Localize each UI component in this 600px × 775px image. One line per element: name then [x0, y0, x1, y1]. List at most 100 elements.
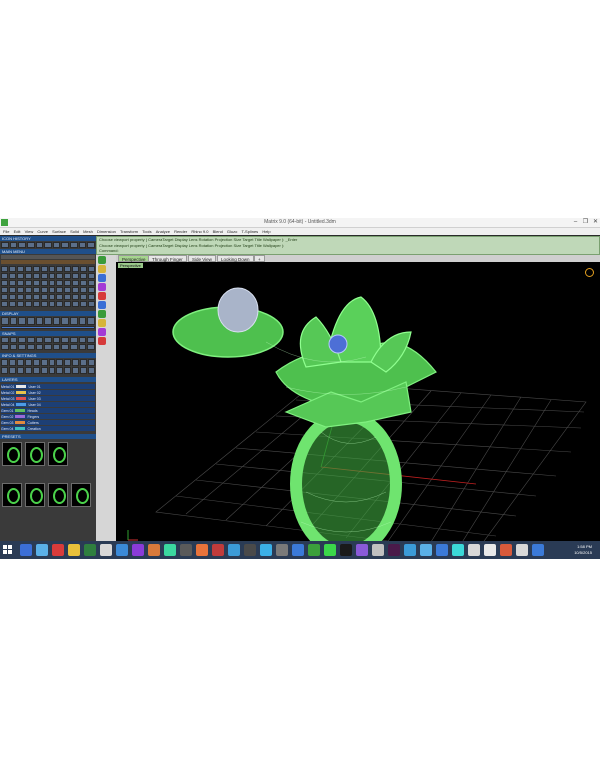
taskbar-app-icon[interactable]	[404, 544, 416, 556]
taskbar-app-icon[interactable]	[244, 544, 256, 556]
menu-file[interactable]: File	[3, 228, 9, 235]
menu-rhino[interactable]: Rhino 9.0	[191, 228, 208, 235]
matrix-taskbar-icon[interactable]	[324, 544, 336, 556]
layer-color-swatch[interactable]	[16, 397, 27, 400]
tool-icon[interactable]	[98, 292, 106, 300]
menu-tsplines[interactable]: T-Splines	[242, 228, 259, 235]
taskbar-app-icon[interactable]	[484, 544, 496, 556]
info-icons-row-1[interactable]	[1, 359, 96, 366]
taskbar-app-icon[interactable]	[276, 544, 288, 556]
skype-icon[interactable]	[260, 544, 272, 556]
system-clock[interactable]: 1:58 PM 10/5/2015	[574, 544, 592, 556]
tab-through-finger[interactable]: Through Finger	[148, 255, 187, 262]
tab-perspective[interactable]: Perspective	[118, 255, 150, 262]
taskbar-app-icon[interactable]	[516, 544, 528, 556]
command-history[interactable]: Choose viewport property ( CameraTarget …	[96, 236, 600, 255]
taskbar-app-icon[interactable]	[532, 544, 544, 556]
taskbar-app-icon[interactable]	[68, 544, 80, 556]
taskbar-app-icon[interactable]	[148, 544, 160, 556]
preset-thumbnail[interactable]	[2, 442, 22, 466]
presets-header[interactable]: PRESETS	[0, 434, 96, 439]
layer-color-swatch[interactable]	[16, 385, 27, 388]
taskbar-app-icon[interactable]	[164, 544, 176, 556]
layer-row[interactable]: Metal 04 User 04	[1, 402, 95, 407]
taskbar-app-icon[interactable]	[116, 544, 128, 556]
menu-surface[interactable]: Surface	[52, 228, 66, 235]
menu-transform[interactable]: Transform	[120, 228, 138, 235]
menu-tools[interactable]: Tools	[142, 228, 151, 235]
preset-thumbnail[interactable]	[48, 442, 68, 466]
taskbar-app-icon[interactable]	[20, 544, 32, 556]
taskbar-app-icon[interactable]	[356, 544, 368, 556]
info-icons-row-2[interactable]	[1, 367, 96, 374]
tool-icons-row-1[interactable]	[1, 266, 96, 272]
display-slider[interactable]	[1, 326, 95, 329]
taskbar-app-icon[interactable]	[212, 544, 224, 556]
menu-render[interactable]: Render	[174, 228, 187, 235]
preset-thumbnail[interactable]	[48, 483, 68, 507]
restore-button[interactable]: ❐	[581, 218, 590, 227]
taskbar-app-icon[interactable]	[308, 544, 320, 556]
icon-history-header[interactable]: ICON HISTORY	[0, 236, 96, 241]
snap-icons-row-2[interactable]	[1, 344, 96, 350]
taskbar-app-icon[interactable]	[500, 544, 512, 556]
menu-help[interactable]: Help	[262, 228, 270, 235]
menu-mesh[interactable]: Mesh	[83, 228, 93, 235]
tool-icon[interactable]	[98, 328, 106, 336]
taskbar-app-icon[interactable]	[132, 544, 144, 556]
refresh-icon[interactable]	[98, 256, 106, 264]
tool-icons-row-6[interactable]	[1, 301, 96, 307]
command-prompt[interactable]: Command:	[97, 248, 599, 254]
layer-row[interactable]: Gem 03 Cutters	[1, 420, 95, 425]
tool-icon[interactable]	[98, 319, 106, 327]
menu-view[interactable]: View	[25, 228, 34, 235]
layers-header[interactable]: LAYERS	[0, 377, 96, 382]
layer-color-swatch[interactable]	[15, 427, 26, 430]
firefox-icon[interactable]	[196, 544, 208, 556]
add-tab-button[interactable]: +	[254, 255, 265, 262]
menu-blend[interactable]: Blend	[213, 228, 223, 235]
layer-row[interactable]: Gem 04 Creation	[1, 426, 95, 431]
perspective-viewport[interactable]: Perspective	[116, 262, 600, 558]
tool-icons-row-3[interactable]	[1, 280, 96, 286]
preset-thumbnail[interactable]	[25, 483, 45, 507]
taskbar-app-icon[interactable]	[180, 544, 192, 556]
internet-explorer-icon[interactable]	[228, 544, 240, 556]
taskbar-app-icon[interactable]	[84, 544, 96, 556]
snaps-header[interactable]: SNAPS	[0, 331, 96, 336]
close-button[interactable]: ✕	[591, 218, 600, 227]
layer-color-swatch[interactable]	[15, 415, 26, 418]
layer-row[interactable]: Gem 01 Heads	[1, 408, 95, 413]
taskbar-app-icon[interactable]	[372, 544, 384, 556]
main-menu-subtabs[interactable]	[1, 260, 95, 264]
menu-analyze[interactable]: Analyze	[156, 228, 170, 235]
preset-thumbnail[interactable]	[71, 483, 91, 507]
taskbar-app-icon[interactable]	[452, 544, 464, 556]
taskbar-app-icon[interactable]	[100, 544, 112, 556]
menu-dimension[interactable]: Dimension	[97, 228, 116, 235]
tool-icon[interactable]	[98, 337, 106, 345]
layer-color-swatch[interactable]	[16, 403, 27, 406]
taskbar-app-icon[interactable]	[52, 544, 64, 556]
layer-row[interactable]: Metal 01 User 01	[1, 384, 95, 389]
layer-color-swatch[interactable]	[15, 409, 26, 412]
tool-icons-row-4[interactable]	[1, 287, 96, 293]
icon-history-row[interactable]	[1, 242, 96, 248]
main-menu-tabs[interactable]	[1, 255, 95, 259]
layout-icon[interactable]	[98, 274, 106, 282]
dropbox-icon[interactable]	[292, 544, 304, 556]
tab-looking-down[interactable]: Looking Down	[217, 255, 254, 262]
layer-row[interactable]: Metal 02 User 02	[1, 390, 95, 395]
taskbar-app-icon[interactable]	[36, 544, 48, 556]
tool-icon[interactable]	[98, 301, 106, 309]
layer-color-swatch[interactable]	[16, 391, 27, 394]
tool-icons-row-5[interactable]	[1, 294, 96, 300]
tool-icon[interactable]	[98, 310, 106, 318]
tool-icons-row-2[interactable]	[1, 273, 96, 279]
layer-row[interactable]: Metal 03 User 03	[1, 396, 95, 401]
windows-start-icon[interactable]	[3, 545, 13, 555]
snap-icons-row-1[interactable]	[1, 337, 96, 343]
tab-side-view[interactable]: Side View	[188, 255, 216, 262]
menu-gluzo[interactable]: Gluzo	[227, 228, 237, 235]
preset-thumbnail[interactable]	[2, 483, 22, 507]
